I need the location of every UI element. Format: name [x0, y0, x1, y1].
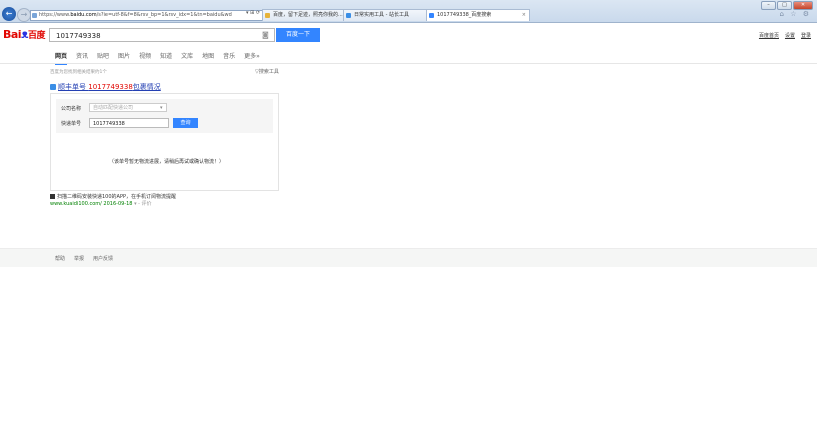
query-button[interactable]: 查询 [173, 118, 198, 128]
baidu-logo[interactable]: Baiᴥ百度 [3, 27, 45, 41]
express-card-title[interactable]: 顺丰单号 1017749338包裹情况 [50, 82, 161, 92]
search-input[interactable]: 1017749338 [49, 28, 275, 42]
nav-divider [0, 63, 817, 64]
tab-1[interactable]: 日常实用工具 - 站长工具 [343, 9, 435, 21]
footer: 帮助 举报 用户反馈 [0, 248, 817, 267]
tab-favicon-icon [429, 13, 434, 18]
footer-help[interactable]: 帮助 [55, 255, 65, 262]
browser-right-icons[interactable]: ⌂ ☆ ⚙ [780, 10, 811, 18]
browser-chrome: – □ ✕ ← → https://www.baidu.com/s?ie=utf… [0, 0, 817, 23]
express-card: 公司名称 自动匹配快递公司 ▾ 快递单号 1017749338 查询 （该单号暂… [50, 93, 279, 191]
maximize-button[interactable]: □ [777, 1, 792, 10]
logo-text-left: Bai [3, 28, 22, 41]
qr-code-icon [50, 194, 55, 199]
tab-close-icon[interactable]: × [522, 10, 526, 21]
kuaidi-url-line: www.kuaidi100.com/ 2016-09-18 ▾ - 评价 [50, 200, 152, 207]
camera-icon[interactable]: ◙ [262, 31, 269, 39]
footer-feedback[interactable]: 用户反馈 [93, 255, 113, 262]
top-link-login[interactable]: 登录 [801, 32, 811, 39]
footer-links: 帮助 举报 用户反馈 [55, 255, 113, 262]
minimize-button[interactable]: – [761, 1, 776, 10]
chevron-down-icon[interactable]: ▾ [160, 105, 163, 111]
address-host: baidu.com [70, 12, 97, 18]
window-controls: – □ ✕ [761, 1, 813, 10]
result-count: 百度为您找到相关结果约1个 [50, 70, 107, 75]
tracking-label: 快递单号 [61, 121, 82, 127]
tracking-notice: （该单号暂无物流进展，请稍后再试或确认物流！） [109, 159, 225, 165]
express-icon [50, 84, 56, 90]
back-button[interactable]: ← [2, 7, 16, 21]
tab-0[interactable]: 百度，留下足迹，照亮你我的... [262, 9, 352, 21]
lock-icon [32, 13, 37, 18]
tab-favicon-icon [346, 13, 351, 18]
top-links: 百度首页 设置 登录 [759, 32, 811, 39]
company-select[interactable]: 自动匹配快递公司 [89, 103, 167, 112]
title-number: 1017749338 [88, 83, 133, 91]
title-suffix: 包裹情况 [132, 83, 161, 91]
kuaidi-extra[interactable]: ▾ - 评价 [134, 201, 152, 207]
top-link-settings[interactable]: 设置 [785, 32, 795, 39]
tab-label: 百度，留下足迹，照亮你我的... [273, 12, 343, 18]
tab-label: 日常实用工具 - 站长工具 [354, 12, 409, 18]
paw-icon: ᴥ [21, 27, 28, 41]
company-label: 公司名称 [61, 106, 82, 112]
tracking-number-input[interactable]: 1017749338 [89, 118, 169, 128]
tab-favicon-icon [265, 13, 270, 18]
address-bar[interactable]: https://www.baidu.com/s?ie=utf-8&f=8&rsv… [30, 10, 265, 21]
top-link-home[interactable]: 百度首页 [759, 32, 779, 39]
title-prefix: 顺丰单号 [58, 83, 89, 91]
search-button[interactable]: 百度一下 [276, 28, 320, 42]
tab-label: 1017749338_百度搜索 [437, 12, 492, 18]
address-path: /s?ie=utf-8&f=8&rsv_bp=1&rsv_idx=1&tn=ba… [96, 12, 232, 18]
close-button[interactable]: ✕ [793, 1, 813, 10]
express-form: 公司名称 自动匹配快递公司 ▾ 快递单号 1017749338 查询 [56, 99, 273, 133]
kuaidi-promo[interactable]: 扫描二维码安装快递100的APP，在手机订阅物流提醒 [50, 193, 176, 200]
forward-button[interactable]: → [17, 8, 31, 22]
logo-text-right: 百度 [27, 31, 46, 41]
address-tools-icons[interactable]: ▾ ⊞ ⟳ [246, 10, 260, 16]
search-tools-link[interactable]: ▽搜索工具 [255, 68, 279, 75]
tab-2-active[interactable]: 1017749338_百度搜索 × [426, 9, 530, 21]
kuaidi-url[interactable]: www.kuaidi100.com/ 2016-09-18 [50, 201, 132, 207]
address-prefix: https://www. [39, 12, 71, 18]
footer-report[interactable]: 举报 [74, 255, 84, 262]
